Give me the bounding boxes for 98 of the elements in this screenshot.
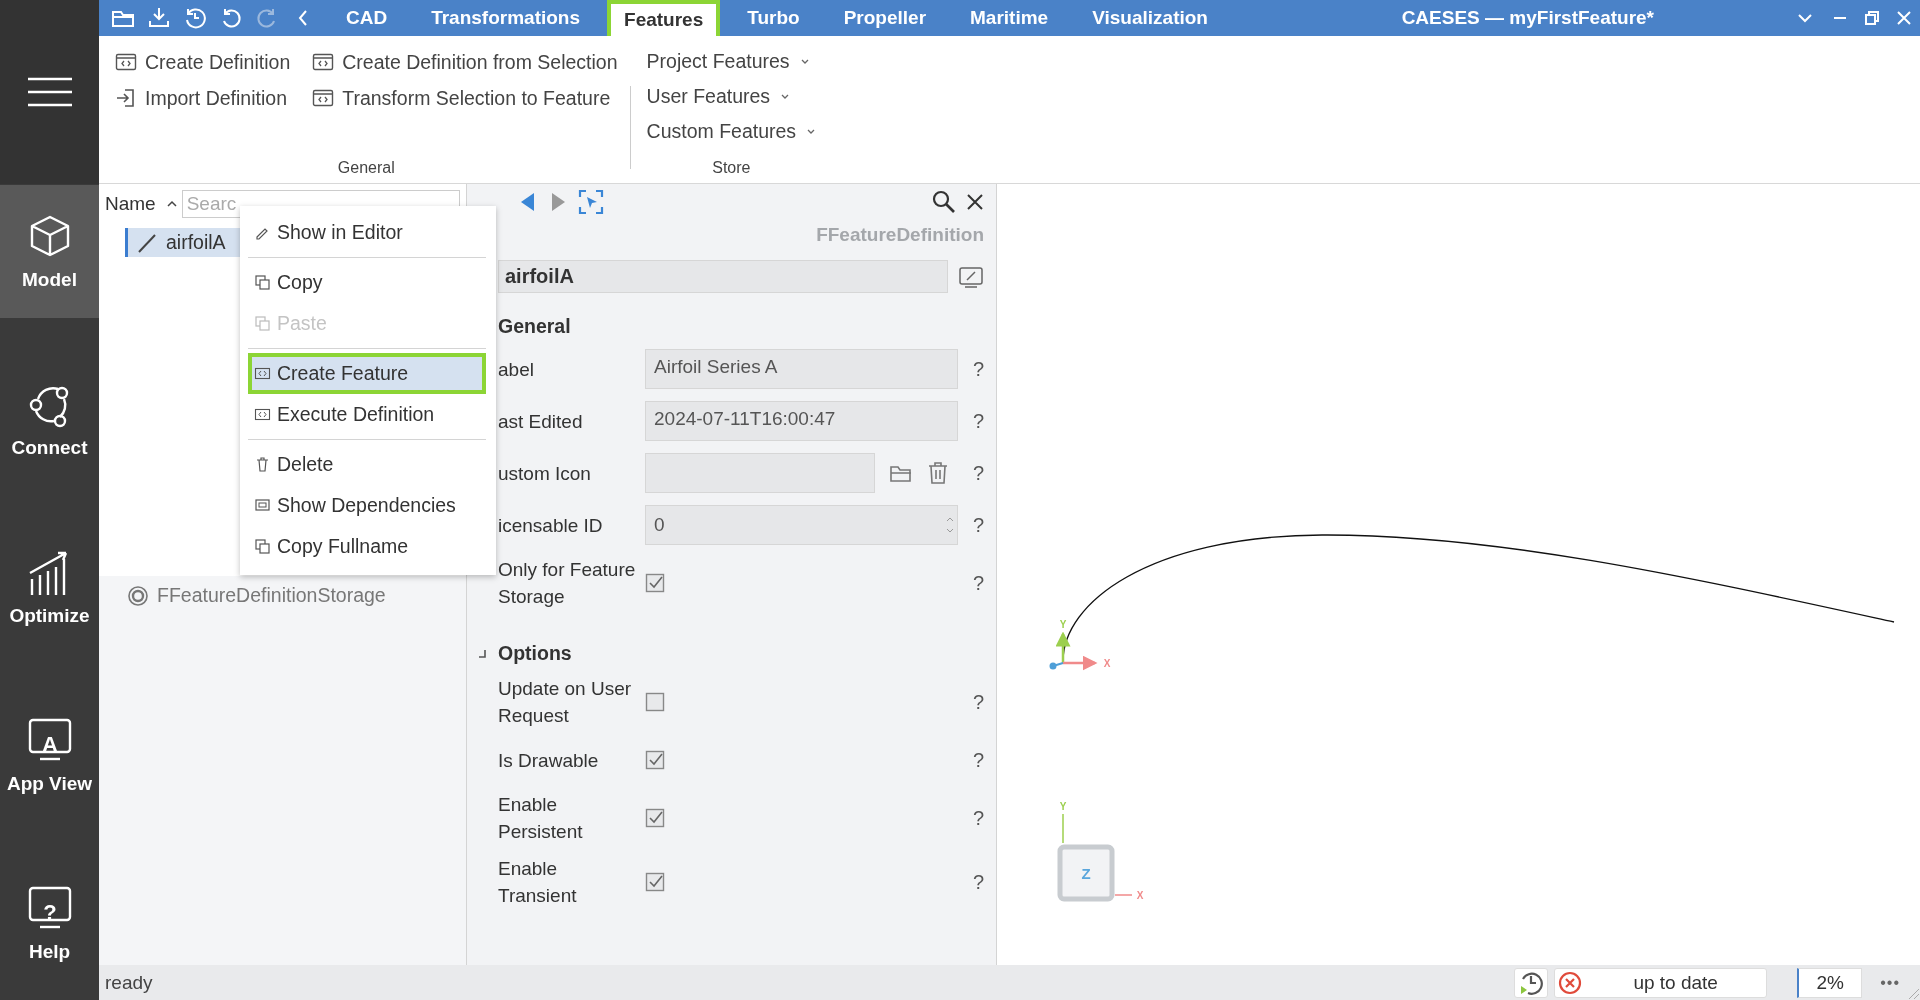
axis-label: X	[1136, 889, 1144, 901]
menu-item[interactable]: Create Feature	[248, 353, 486, 394]
field-label: abel	[498, 357, 535, 382]
checkbox[interactable]	[645, 808, 665, 828]
text-field[interactable]: Airfoil Series A	[645, 349, 958, 389]
ribbon-tab[interactable]: CAD	[329, 0, 405, 36]
group-label: Store	[711, 159, 752, 177]
code-window-icon	[115, 51, 137, 73]
menu-item[interactable]: Execute Definition	[248, 394, 486, 435]
ribbon-button[interactable]: Transform Selection to Feature	[312, 80, 618, 116]
download-icon[interactable]	[147, 6, 171, 30]
ribbon-button[interactable]: Create Definition	[115, 44, 291, 80]
sidebar-item[interactable]: Optimize	[0, 521, 99, 654]
help-mark[interactable]: ?	[972, 571, 984, 595]
window-icon	[254, 497, 271, 514]
field-label: ast Edited	[498, 409, 584, 434]
axis-label: X	[1103, 657, 1111, 669]
import-icon	[115, 87, 137, 109]
caret-icon	[806, 127, 817, 136]
select-icon[interactable]	[578, 189, 604, 215]
column-header[interactable]: Name	[105, 193, 156, 215]
trash-icon	[254, 456, 271, 473]
field-label: icensable ID	[498, 513, 604, 538]
menu-item[interactable]: Copy	[248, 262, 486, 303]
cube-face-label: Z	[1081, 864, 1091, 882]
help-mark[interactable]: ?	[972, 690, 984, 714]
help-mark[interactable]: ?	[972, 461, 984, 485]
field-label: Enable Persistent	[498, 793, 584, 844]
ribbon-tab[interactable]: Maritime	[953, 0, 1066, 36]
text-field[interactable]	[645, 453, 875, 493]
status-message: ready	[105, 971, 153, 994]
menu-item[interactable]: Show Dependencies	[248, 485, 486, 526]
dropdown-button[interactable]: Custom Features	[646, 114, 817, 149]
edit-icon[interactable]	[958, 264, 984, 289]
tree-item[interactable]: FFeatureDefinitionStorage	[127, 584, 466, 607]
trash-icon[interactable]	[927, 461, 949, 485]
more-button[interactable]: •••	[1880, 973, 1900, 992]
field-label: Is Drawable	[498, 748, 600, 773]
restore-icon[interactable]	[1864, 10, 1880, 26]
axis-label: Y	[1059, 800, 1067, 812]
help-mark[interactable]: ?	[972, 870, 984, 894]
sidebar-item[interactable]: Connect	[0, 353, 99, 486]
menu-item[interactable]: Delete	[248, 444, 486, 485]
ribbon-tab[interactable]: Turbo	[730, 0, 817, 36]
build-status[interactable]: up to date	[1554, 967, 1768, 998]
field-label: ustom Icon	[498, 461, 592, 486]
section-title: Options	[498, 642, 572, 665]
field-label: Only for Feature Storage	[498, 558, 637, 609]
help-mark[interactable]: ?	[972, 748, 984, 772]
field-label: Enable Transient	[498, 857, 578, 908]
ribbon-tab[interactable]: Transformations	[414, 0, 598, 36]
ribbon-button[interactable]: Import Definition	[115, 80, 291, 116]
group-label: General	[336, 159, 396, 177]
name-field[interactable]: airfoilA	[498, 260, 948, 293]
axis-triad	[1049, 631, 1098, 671]
checkbox[interactable]	[645, 750, 665, 770]
history-button[interactable]	[1514, 967, 1549, 998]
copy-icon	[254, 538, 271, 555]
sidebar-item[interactable]: Model	[0, 185, 99, 318]
paste-icon	[254, 315, 271, 332]
caret-icon	[799, 57, 810, 66]
history-icon[interactable]	[183, 6, 207, 30]
dropdown-button[interactable]: User Features	[646, 79, 817, 114]
help-mark[interactable]: ?	[972, 806, 984, 830]
checkbox[interactable]	[645, 573, 665, 593]
code-window-icon	[254, 406, 271, 423]
close-icon[interactable]	[966, 193, 984, 211]
checkbox[interactable]	[645, 692, 665, 712]
help-mark[interactable]: ?	[972, 513, 984, 537]
spin-box[interactable]: 0	[645, 505, 958, 545]
ribbon-button[interactable]: Create Definition from Selection	[312, 44, 618, 80]
caret-icon	[780, 92, 791, 101]
axis-line	[1114, 894, 1133, 896]
help-mark[interactable]: ?	[972, 409, 984, 433]
sort-icon[interactable]	[165, 199, 178, 209]
axis-line	[1062, 813, 1064, 844]
code-window-icon	[312, 51, 335, 73]
ribbon-tab[interactable]: Propeller	[826, 0, 944, 36]
collapse-icon[interactable]	[476, 647, 488, 660]
menu-item[interactable]: Copy Fullname	[248, 526, 486, 567]
code-window-icon	[254, 365, 271, 382]
object-type: FFeatureDefinition	[815, 224, 984, 246]
help-mark[interactable]: ?	[972, 357, 984, 381]
window-title: CAESES — myFirstFeature*	[1401, 7, 1654, 29]
storage-icon	[127, 584, 149, 607]
menu-icon[interactable]	[25, 76, 74, 108]
checkbox[interactable]	[645, 872, 665, 892]
copy-icon	[254, 274, 271, 291]
dropdown-button[interactable]: Project Features	[646, 44, 817, 79]
ribbon-tab[interactable]: Visualization	[1075, 0, 1225, 36]
text-field[interactable]: 2024-07-11T16:00:47	[645, 401, 958, 441]
code-window-icon	[312, 87, 335, 109]
resize-grip-icon	[1906, 986, 1920, 1000]
section-title: General	[498, 315, 571, 338]
axis-label: Y	[1059, 618, 1067, 630]
progress-field: 2%	[1797, 967, 1863, 998]
field-label: Update on User Request	[498, 677, 633, 728]
search-icon[interactable]	[932, 190, 956, 214]
